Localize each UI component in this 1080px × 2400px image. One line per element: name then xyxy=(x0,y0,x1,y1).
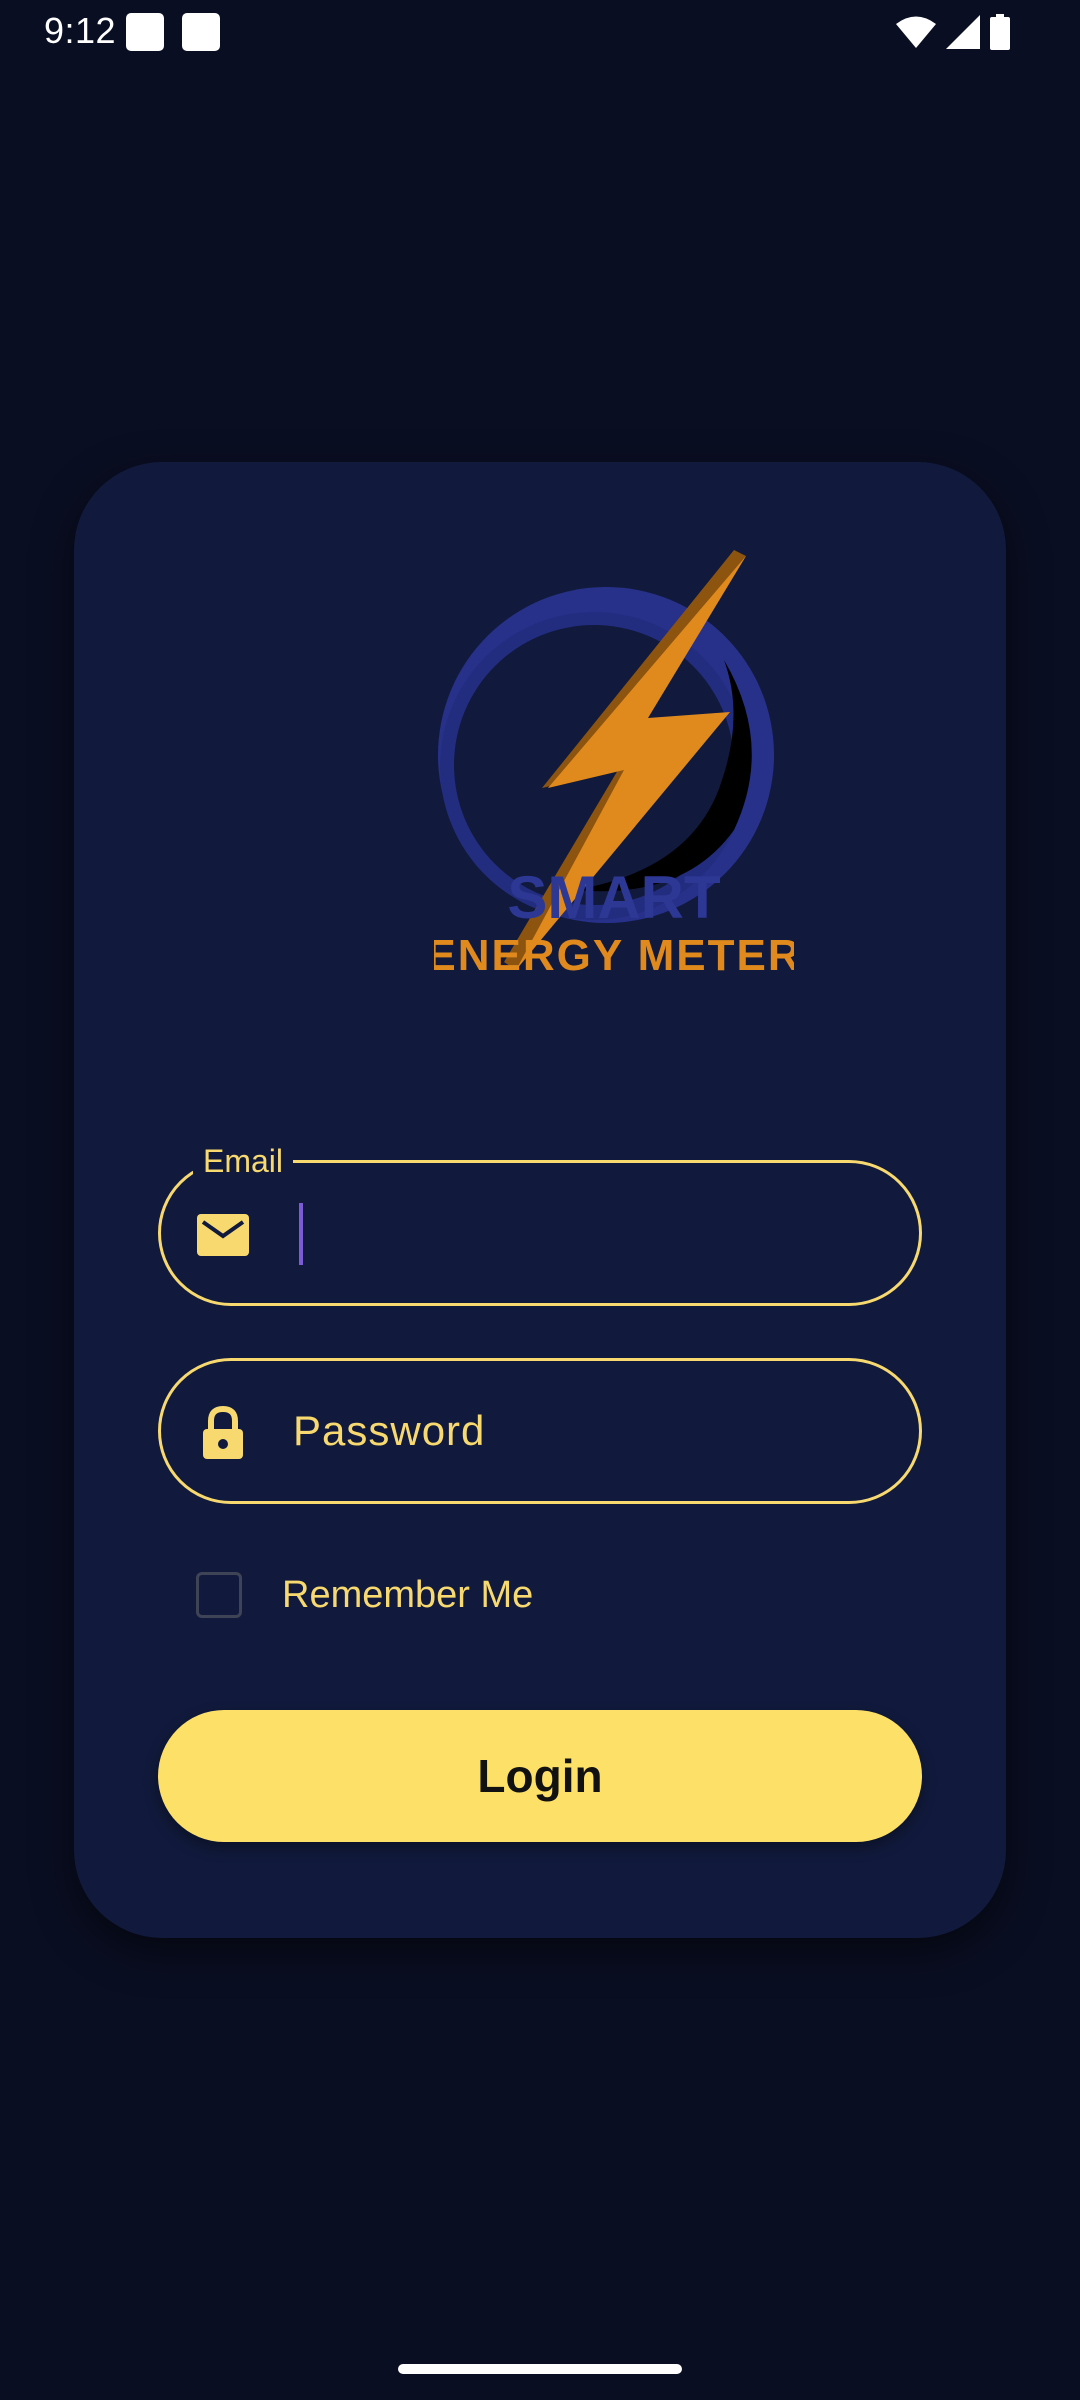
status-time: 9:12 xyxy=(44,10,117,51)
notification-icon xyxy=(126,13,164,51)
notification-icon xyxy=(182,13,220,51)
lock-icon xyxy=(195,1405,251,1459)
signal-icon xyxy=(946,15,980,49)
home-indicator[interactable] xyxy=(398,2364,682,2374)
email-field[interactable]: Email xyxy=(158,1133,922,1306)
envelope-icon xyxy=(195,1210,251,1260)
remember-me-label: Remember Me xyxy=(282,1573,534,1616)
app-logo: SMART ENERGY METER xyxy=(434,550,794,980)
remember-me-checkbox[interactable] xyxy=(196,1572,242,1618)
password-field[interactable]: Password xyxy=(158,1358,922,1504)
login-card: SMART ENERGY METER Email Password Rememb… xyxy=(74,462,1006,1938)
email-label: Email xyxy=(193,1133,294,1189)
status-bar: 9:12 xyxy=(0,0,1080,64)
logo-line2: ENERGY METER xyxy=(434,931,794,980)
login-screen: 9:12 SMART ENERGY METER Email Password R… xyxy=(0,0,1080,2400)
logo-line1: SMART xyxy=(507,864,720,931)
remember-me-row[interactable]: Remember Me xyxy=(196,1570,533,1620)
password-input[interactable]: Password xyxy=(293,1361,893,1501)
status-icons xyxy=(896,12,1010,52)
wifi-icon xyxy=(896,16,936,48)
login-button[interactable]: Login xyxy=(158,1710,922,1842)
battery-icon xyxy=(990,14,1010,50)
email-input[interactable] xyxy=(293,1163,893,1303)
